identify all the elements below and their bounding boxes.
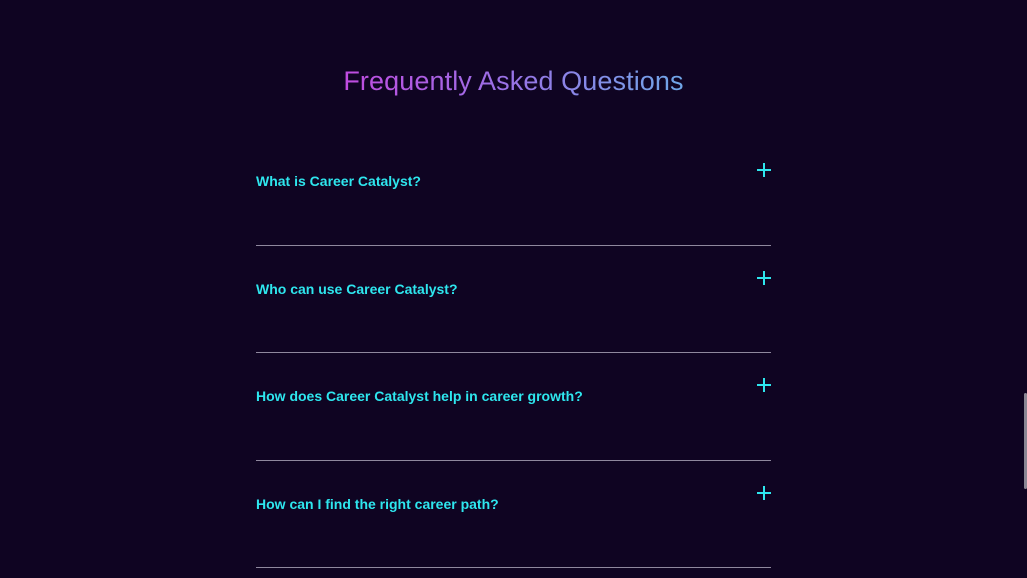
faq-list: What is Career Catalyst? Who can use Car… [256, 138, 771, 568]
faq-title-text: Frequently Asked Questions [343, 66, 684, 96]
plus-icon[interactable] [757, 378, 771, 392]
faq-item-what-is[interactable]: What is Career Catalyst? [256, 138, 771, 246]
plus-icon[interactable] [757, 163, 771, 177]
plus-icon[interactable] [757, 270, 771, 285]
faq-question: Who can use Career Catalyst? [256, 280, 458, 297]
faq-item-who-can-use[interactable]: Who can use Career Catalyst? [256, 246, 771, 353]
faq-page: Frequently Asked Questions What is Caree… [0, 0, 1027, 578]
faq-question: What is Career Catalyst? [256, 173, 421, 189]
faq-item-career-growth[interactable]: How does Career Catalyst help in career … [256, 353, 771, 461]
faq-title: Frequently Asked Questions [0, 66, 1027, 97]
faq-question: How does Career Catalyst help in career … [256, 388, 583, 404]
faq-item-career-path[interactable]: How can I find the right career path? [256, 461, 771, 568]
plus-icon[interactable] [757, 485, 771, 500]
faq-question: How can I find the right career path? [256, 495, 499, 512]
